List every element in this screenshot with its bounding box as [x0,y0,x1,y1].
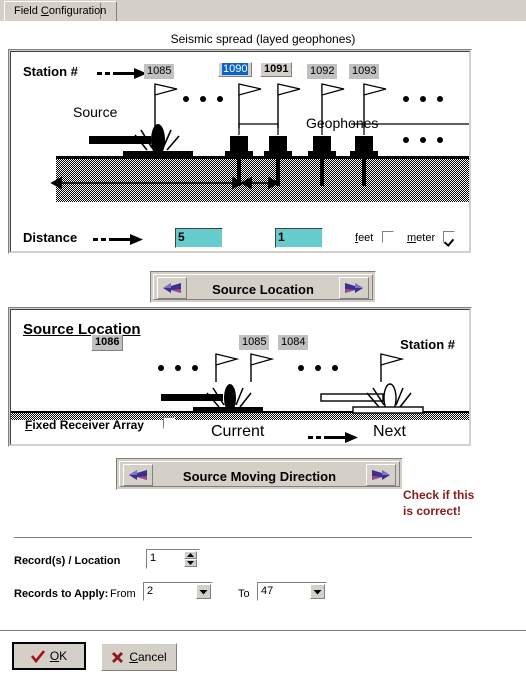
meter-label-rest: eter [416,232,436,244]
source-location-next-button[interactable] [339,277,369,299]
seismic-spread-panel: Station # 1085 1090 1091 1092 1093 Sourc… [8,49,472,254]
meter-checkbox[interactable] [443,231,455,243]
fixed-receiver-label-rest: ixed Receiver Array [32,418,144,432]
current-label: Current [211,423,265,440]
moving-direction-next-button[interactable] [366,464,396,486]
cancel-button-label-rest: ancel [137,650,167,664]
section-divider-top [14,537,472,541]
records-to-combo[interactable]: 47 [257,582,327,601]
distance-field-2[interactable]: 1 [275,228,323,248]
warning-text-line1: Check if this [403,488,475,502]
records-to-dropdown-button[interactable] [310,584,325,599]
right-arrow-icon [345,283,363,293]
panel1-caption: Seismic spread (layed geophones) [170,32,356,46]
distance-field-1[interactable]: 5 [175,228,223,248]
warning-text-line2: is correct! [403,504,462,518]
check-icon [30,649,45,663]
meter-label-accesskey: m [407,232,417,244]
source-moving-direction-bar: Source Moving Direction [116,458,403,490]
cancel-button[interactable]: Cancel [101,643,177,671]
geophones-label: Geophones [306,115,379,131]
chevron-down-icon [313,589,322,594]
tab-strip: Field Configuration [0,0,526,22]
feet-label: feet [355,232,373,244]
ok-button-label-rest: K [59,649,68,663]
page-body: Seismic spread (layed geophones) Station… [0,22,526,698]
records-to-label: To [238,588,250,600]
meter-label: meter [407,232,435,244]
source-location-bar: Source Location [150,271,376,303]
source-moving-direction-title: Source Moving Direction [182,469,337,484]
ok-button[interactable]: OK [12,642,86,670]
seismic-spread-canvas: Station # 1085 1090 1091 1092 1093 Sourc… [10,51,470,252]
ok-button-label: OK [50,649,67,663]
cancel-button-label: Cancel [129,650,166,664]
records-to-value: 47 [261,585,274,597]
section-divider-bottom [0,630,526,634]
chevron-down-icon [199,589,208,594]
distance-label: Distance [23,230,78,245]
tab-strip-filler [97,1,526,21]
right-arrow-icon [372,470,390,480]
records-from-combo[interactable]: 2 [143,582,213,601]
records-per-location-value: 1 [150,552,157,564]
tab-label-post: onfiguration [48,5,107,17]
move-arrow-icon [308,432,358,443]
distance-arrow-icon [93,234,143,245]
feet-label-rest: eet [358,232,374,244]
source-location-panel: Source Location 1086 Station # 1085 1084 [8,307,472,447]
records-to-apply-label: Records to Apply: [14,588,109,600]
source-location-bar-inner: Source Location [153,274,373,300]
records-per-location-spin-down[interactable] [184,559,197,567]
tab-divider [100,3,101,19]
source-label: Source [73,104,118,120]
source-location-canvas: Source Location 1086 Station # 1085 1084 [10,309,470,445]
cross-icon [112,651,124,663]
ok-button-accesskey: O [49,649,60,663]
cancel-button-accesskey: C [129,650,138,664]
fixed-receiver-array-checkbox[interactable] [163,417,175,429]
chevron-up-icon [187,553,194,557]
records-per-location-spin-up[interactable] [184,551,197,559]
records-per-location-label: Record(s) / Location [14,555,121,567]
fixed-receiver-array-label: Fixed Receiver Array [25,418,144,432]
records-from-value: 2 [147,585,154,597]
spread-diagram [50,83,469,202]
next-label: Next [373,423,406,440]
tab-label-pre: Field [14,5,41,17]
records-from-dropdown-button[interactable] [196,584,211,599]
records-from-label: From [110,588,136,600]
feet-checkbox[interactable] [382,231,394,243]
source-moving-direction-bar-inner: Source Moving Direction [119,461,400,487]
tab-label-accesskey: C [40,5,49,17]
chevron-down-icon [187,561,194,565]
